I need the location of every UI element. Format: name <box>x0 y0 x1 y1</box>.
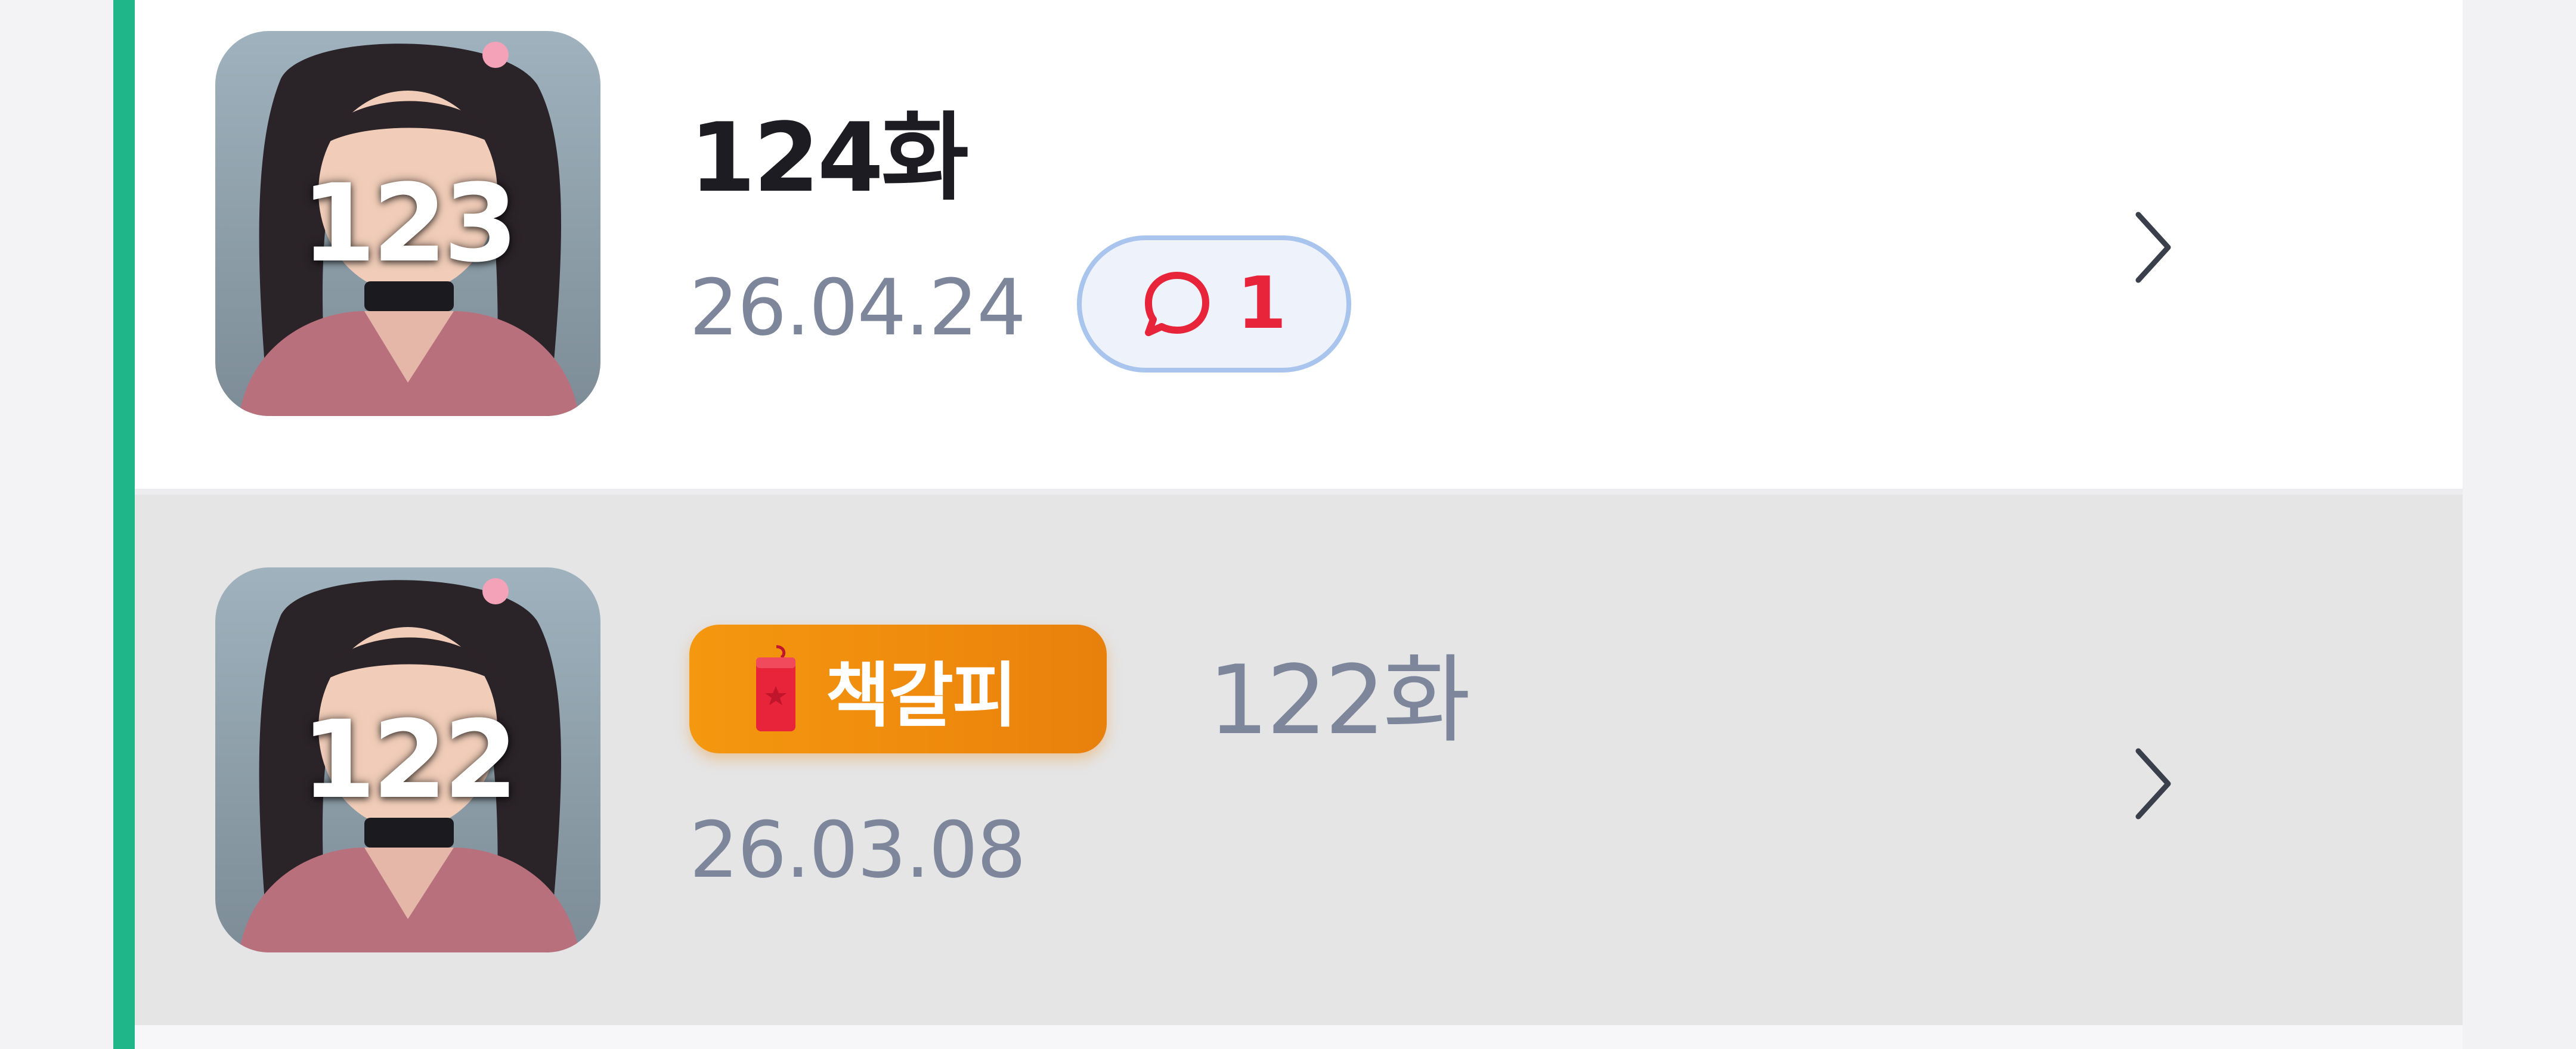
episode-list-screen: 123 124화 26.04.24 1 122 책갈피 122화 26.03.0… <box>0 0 2576 1049</box>
episode-row[interactable]: 122 책갈피 122화 26.03.08 <box>135 495 2463 1025</box>
row-divider <box>135 489 2463 495</box>
thumbnail-number: 122 <box>301 697 518 823</box>
chevron-right-icon[interactable] <box>2126 742 2180 825</box>
thumbnail-number: 123 <box>301 161 518 286</box>
episode-thumbnail: 123 <box>215 31 600 416</box>
speech-bubble-icon <box>1145 272 1210 336</box>
bookmark-badge: 책갈피 <box>689 625 1107 753</box>
right-margin <box>2463 0 2576 1049</box>
next-row-edge <box>135 1025 2463 1049</box>
left-margin <box>0 0 113 1049</box>
comment-count-badge[interactable]: 1 <box>1077 235 1351 373</box>
episode-title: 124화 <box>689 102 969 213</box>
current-episode-indicator-bar <box>113 0 135 1049</box>
episode-title: 122화 <box>1208 644 1471 756</box>
chevron-right-icon[interactable] <box>2126 206 2180 289</box>
comment-count: 1 <box>1237 262 1287 345</box>
episode-date: 26.04.24 <box>689 262 1026 353</box>
episode-list: 123 124화 26.04.24 1 122 책갈피 122화 26.03.0… <box>135 0 2463 1049</box>
bookmark-tag-icon <box>756 645 795 731</box>
episode-date: 26.03.08 <box>689 805 1026 895</box>
episode-row[interactable]: 123 124화 26.04.24 1 <box>135 0 2463 489</box>
episode-thumbnail: 122 <box>215 567 600 952</box>
bookmark-label: 책갈피 <box>825 654 1017 737</box>
